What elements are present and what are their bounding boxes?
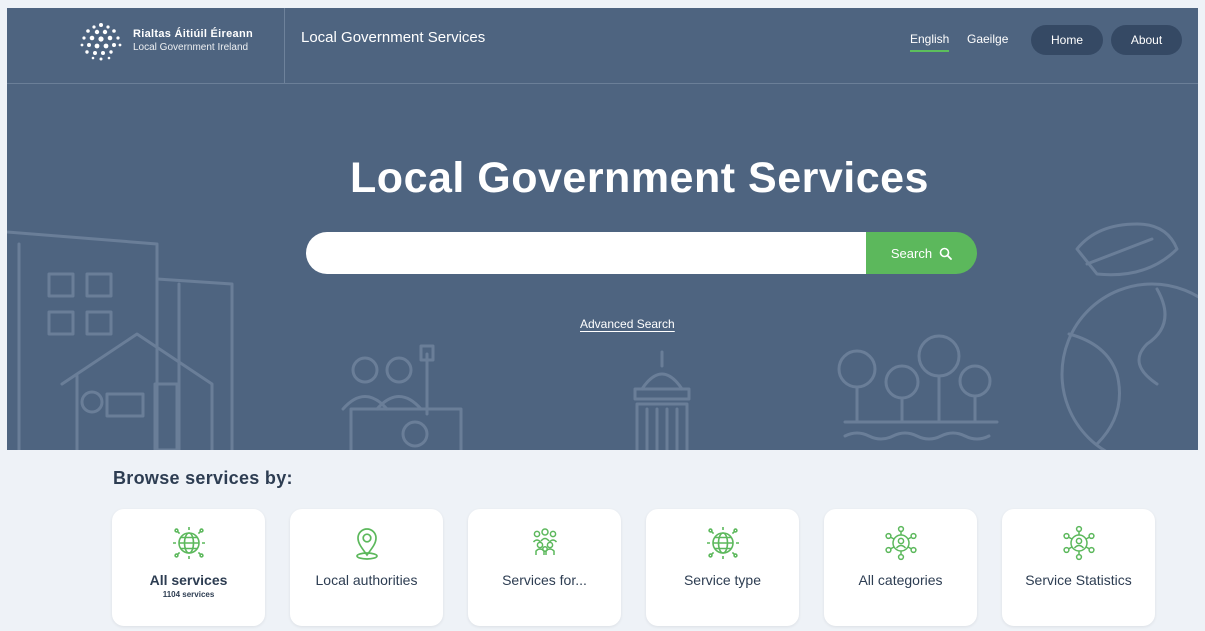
card-all-categories[interactable]: All categories: [824, 509, 977, 626]
lang-irish-link[interactable]: Gaeilge: [967, 32, 1008, 46]
search-input[interactable]: [306, 232, 867, 274]
card-all-services[interactable]: All services 1104 services: [112, 509, 265, 626]
logo-line-irish: Rialtas Áitiúil Éireann: [133, 28, 253, 40]
page: Rialtas Áitiúil Éireann Local Government…: [0, 0, 1205, 631]
lang-english-link[interactable]: English: [910, 32, 950, 52]
card-label: Services for...: [502, 572, 587, 588]
logo-text: Rialtas Áitiúil Éireann Local Government…: [133, 28, 253, 54]
location-pin-icon: [355, 528, 378, 560]
people-group-icon: [532, 528, 557, 555]
card-service-statistics[interactable]: Service Statistics: [1002, 509, 1155, 626]
globe-icon: [706, 527, 739, 559]
about-button[interactable]: About: [1111, 25, 1182, 55]
search-button-label: Search: [890, 245, 933, 261]
hero-section: Local Government Services Search Advance…: [7, 84, 1198, 450]
browse-heading: Browse services by:: [113, 468, 293, 488]
card-label: All categories: [858, 572, 943, 588]
advanced-search-link[interactable]: Advanced Search: [580, 317, 675, 331]
globe-icon: [172, 527, 205, 559]
home-button[interactable]: Home: [1031, 25, 1103, 55]
site-logo[interactable]: Rialtas Áitiúil Éireann Local Government…: [77, 21, 253, 61]
card-label: Local authorities: [315, 572, 418, 588]
card-label: Service type: [683, 572, 762, 588]
logo-dots-icon: [80, 23, 122, 61]
card-services-for[interactable]: Services for...: [468, 509, 621, 626]
card-count: 1104 services: [162, 590, 215, 599]
search-button[interactable]: Search: [866, 232, 977, 274]
card-label: All services: [149, 572, 228, 588]
site-header: Rialtas Áitiúil Éireann Local Government…: [7, 8, 1198, 84]
network-user-icon: [1062, 525, 1095, 561]
card-service-type[interactable]: Service type: [646, 509, 799, 626]
logo-line-english: Local Government Ireland: [133, 42, 249, 53]
header-divider: [284, 8, 285, 83]
card-local-authorities[interactable]: Local authorities: [290, 509, 443, 626]
card-label: Service Statistics: [1025, 572, 1132, 588]
site-name[interactable]: Local Government Services: [301, 29, 485, 46]
search-icon: [939, 247, 952, 260]
network-user-icon: [884, 525, 917, 561]
hero-title: Local Government Services: [350, 154, 929, 202]
